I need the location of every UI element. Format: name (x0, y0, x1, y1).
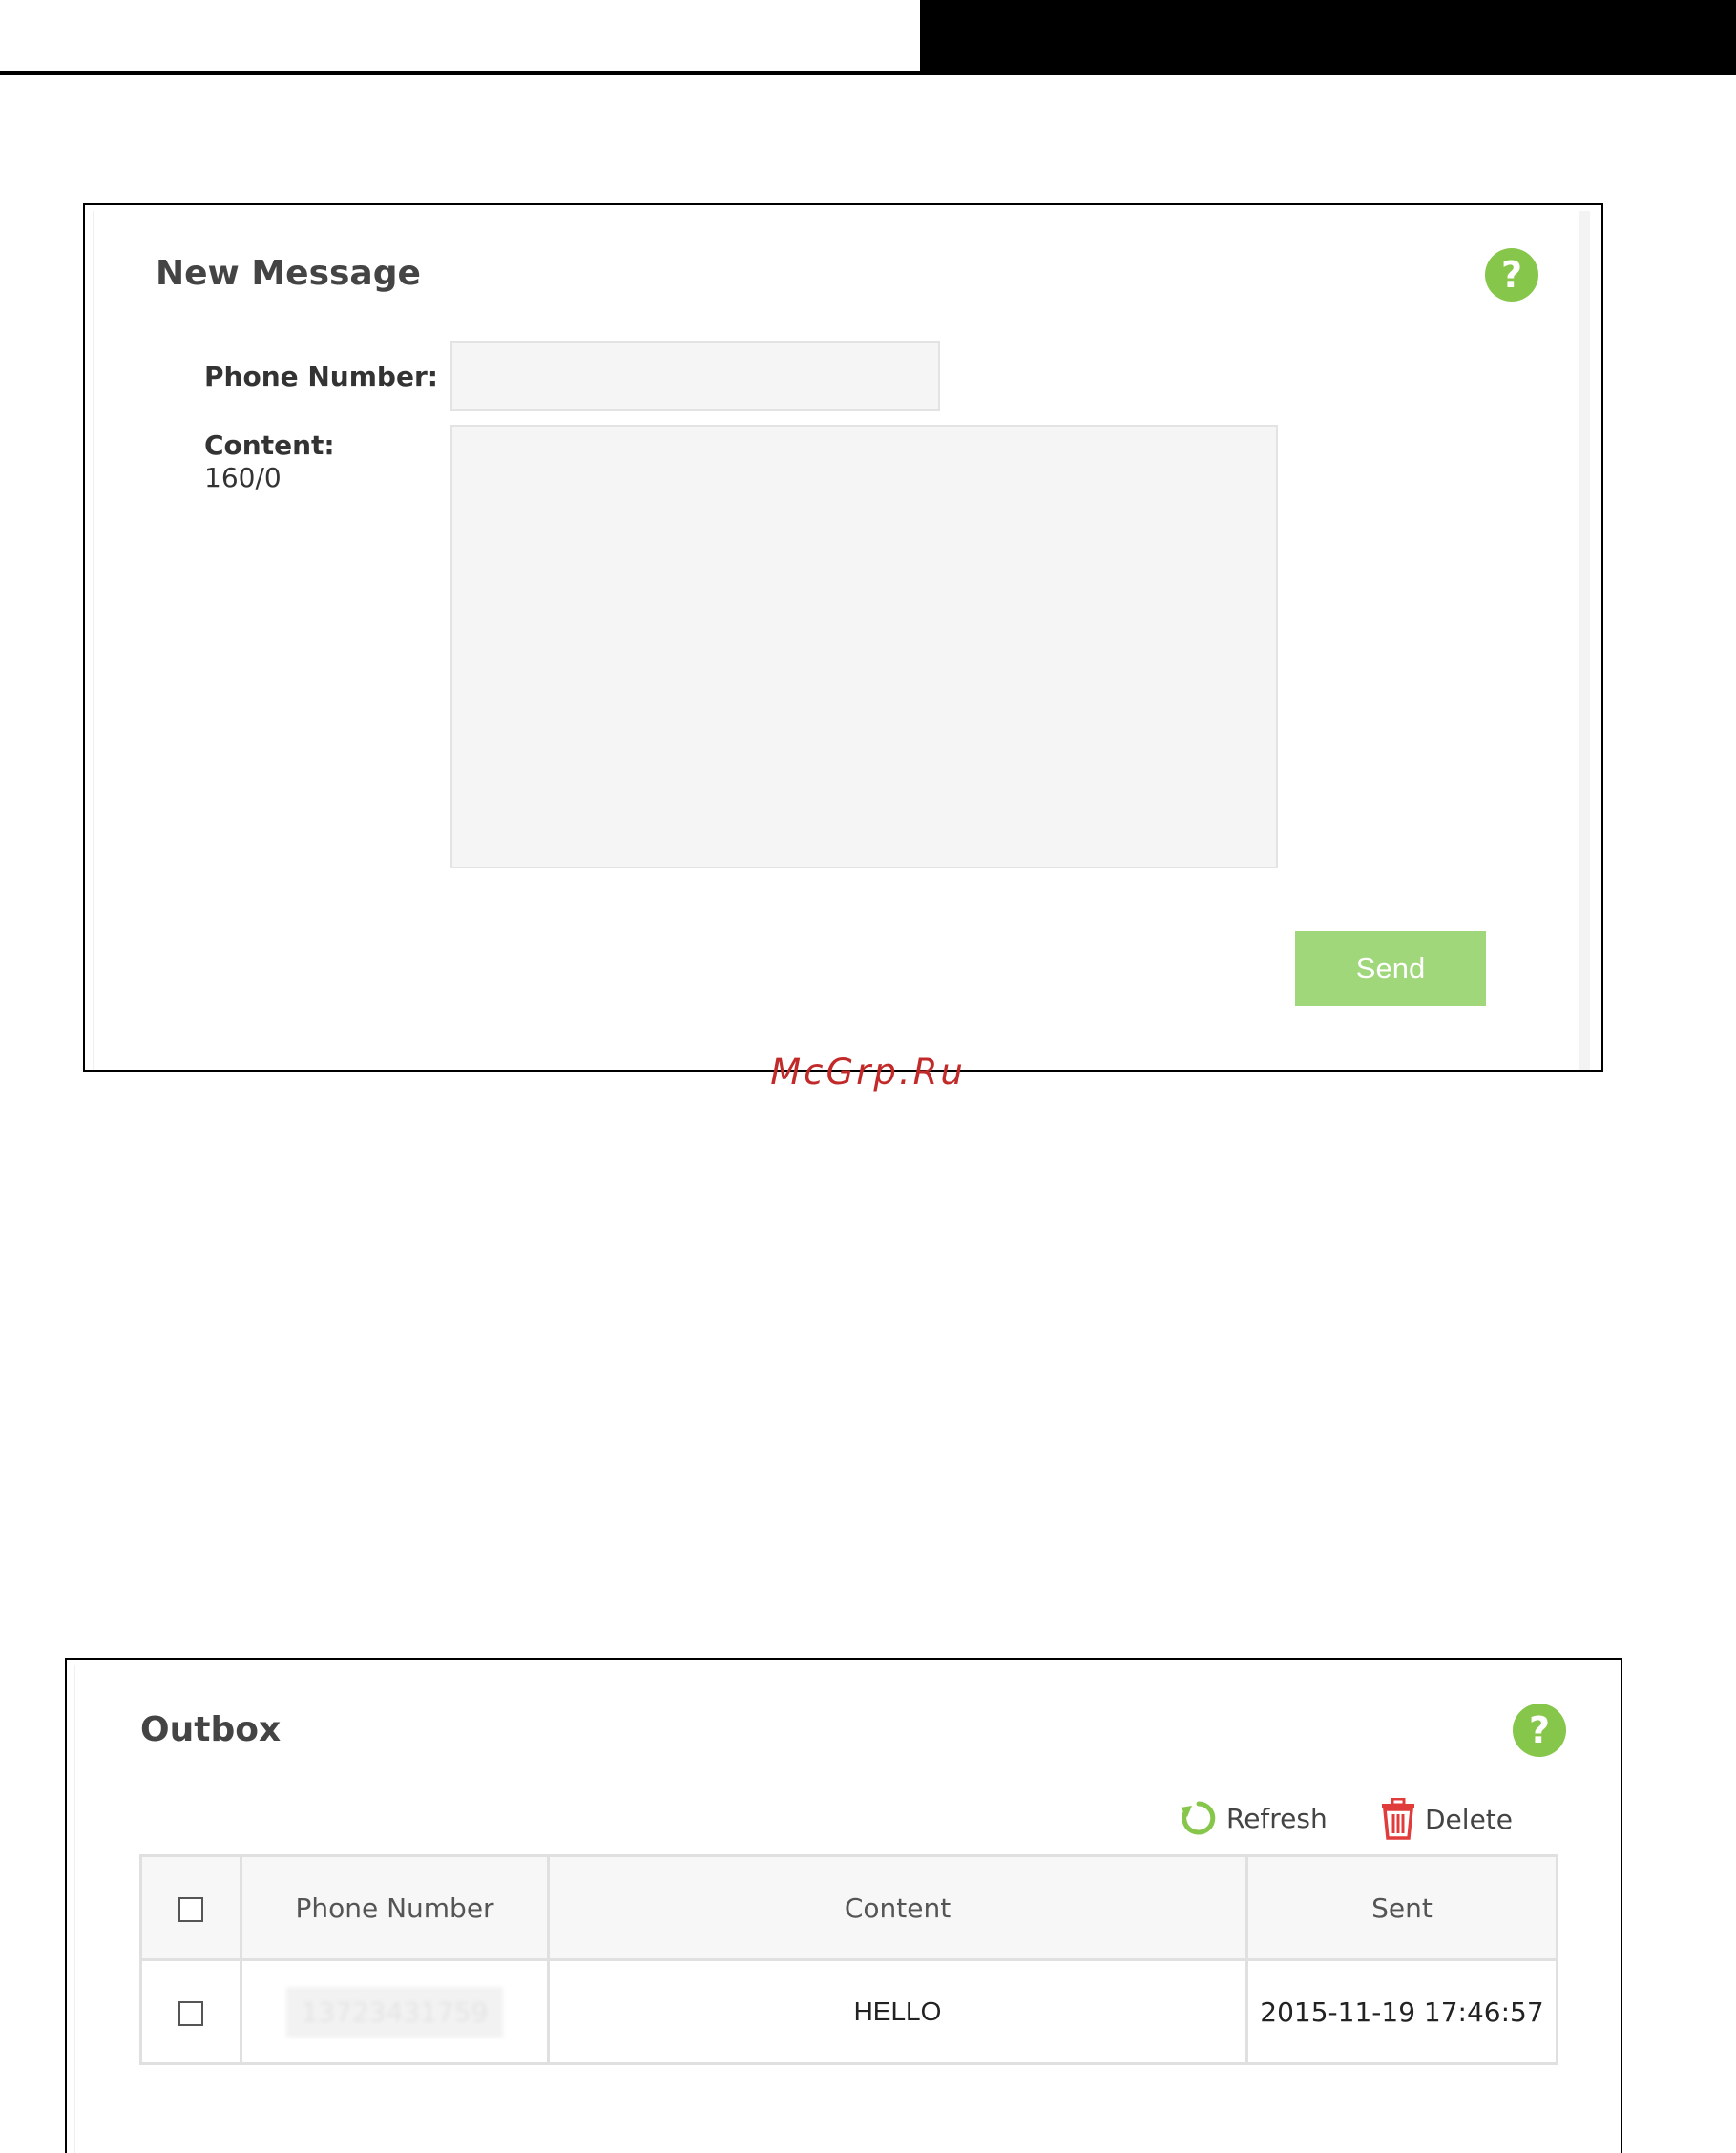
help-icon[interactable]: ? (1485, 248, 1538, 302)
row-checkbox[interactable] (178, 2000, 203, 2026)
content-label: Content: (204, 429, 335, 461)
phone-number-value: 13723431759 (285, 1986, 504, 2038)
phone-number-input[interactable] (450, 341, 940, 411)
delete-button[interactable]: Delete (1379, 1798, 1513, 1840)
table-row[interactable]: 13723431759 HELLO 2015-11-19 17:46:57 (139, 1958, 1558, 2065)
column-header-phone-number[interactable]: Phone Number (240, 1854, 550, 1961)
select-all-cell (139, 1854, 242, 1961)
select-all-checkbox[interactable] (178, 1896, 203, 1922)
refresh-label: Refresh (1226, 1802, 1328, 1834)
table-header-row: Phone Number Content Sent (139, 1854, 1558, 1961)
trash-icon (1382, 1798, 1414, 1840)
column-header-content[interactable]: Content (547, 1854, 1248, 1961)
char-counter: 160/0 (204, 462, 282, 493)
content-textarea[interactable] (450, 425, 1278, 868)
send-button[interactable]: Send (1295, 931, 1486, 1006)
column-header-sent[interactable]: Sent (1245, 1854, 1558, 1961)
outbox-title: Outbox (140, 1710, 282, 1749)
sent-cell: 2015-11-19 17:46:57 (1245, 1958, 1558, 2065)
new-message-title: New Message (156, 254, 421, 293)
refresh-button[interactable]: Refresh (1179, 1798, 1328, 1838)
watermark-text: McGrp.Ru (770, 1052, 966, 1093)
header-bar-left (0, 0, 920, 75)
outbox-table: Phone Number Content Sent 13723431759 HE… (139, 1854, 1558, 2065)
phone-number-label: Phone Number: (204, 361, 438, 392)
help-icon[interactable]: ? (1513, 1704, 1566, 1757)
content-cell: HELLO (547, 1958, 1248, 2065)
delete-label: Delete (1425, 1803, 1513, 1835)
header-bar-right (920, 0, 1736, 75)
row-select-cell (139, 1958, 242, 2065)
phone-number-cell: 13723431759 (240, 1958, 550, 2065)
refresh-icon (1181, 1801, 1216, 1835)
